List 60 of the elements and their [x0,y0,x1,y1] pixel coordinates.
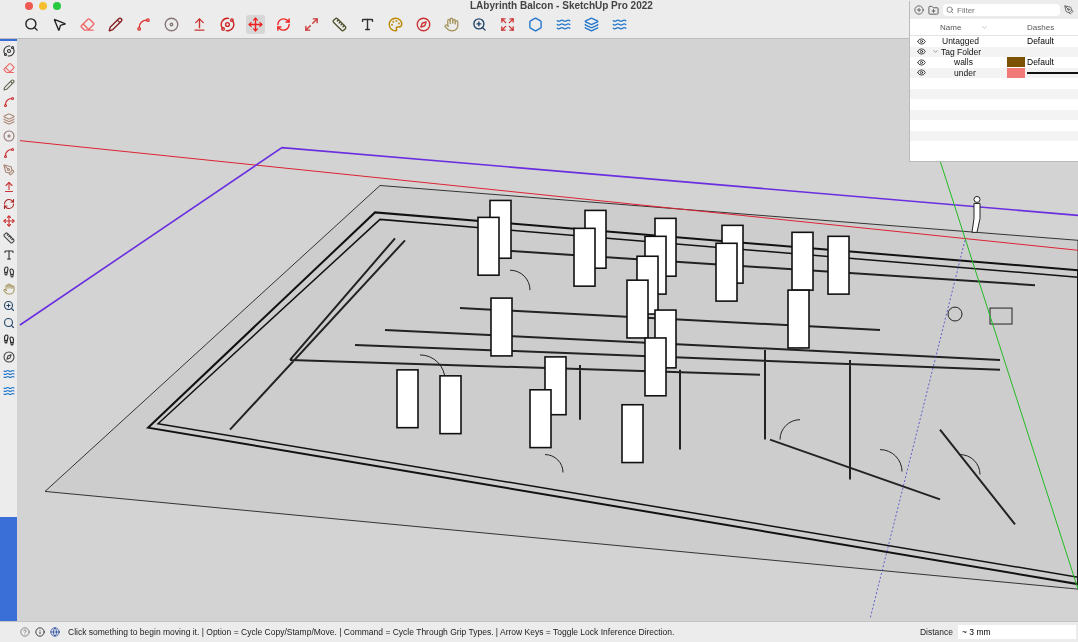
tag-color-swatch[interactable] [1007,57,1025,68]
hand-tool-button[interactable] [442,15,461,34]
zoom-extents-tool-button[interactable] [498,15,517,34]
arc-tool-button[interactable] [2,147,15,159]
eye-icon[interactable] [917,47,926,57]
wave-tool-button[interactable] [2,368,15,380]
tag-name: walls [954,57,973,68]
eye-icon[interactable] [917,36,926,46]
tag-name: under [954,67,976,78]
search-tool-button[interactable] [22,15,41,34]
disc-tool-button[interactable] [162,15,181,34]
info-icon[interactable] [35,627,45,637]
tag-name: Untagged [942,36,979,47]
dashes-value: Default [1027,57,1055,68]
hand-tool-button[interactable] [2,283,15,295]
filter-field[interactable]: Filter [943,4,1060,16]
eye-icon[interactable] [917,57,926,67]
push-pull-tool-button[interactable] [2,181,15,193]
freehand-tool-button[interactable] [2,96,15,108]
person-figure-icon [971,195,981,233]
close-button[interactable] [25,1,33,10]
arc-tool-button[interactable] [134,15,153,34]
zoom-tool-button[interactable] [470,15,489,34]
pencil-tool-button[interactable] [106,15,125,34]
tag-color-swatch[interactable] [1007,67,1025,78]
pen-icon[interactable] [1064,5,1074,15]
paint-bucket-tool-button[interactable] [386,15,405,34]
window-title: LAbyrinth Balcon - SketchUp Pro 2022 [470,0,653,11]
scale-tool-button[interactable] [302,15,321,34]
tag-name: Tag Folder [941,46,982,57]
ruler-tool-button[interactable] [2,232,15,244]
eraser-tool-button[interactable] [78,15,97,34]
rotate-tool-button[interactable] [274,15,293,34]
dashes-column-header[interactable]: Dashes [1027,22,1078,32]
footprints-tool-button[interactable] [2,334,15,346]
dashes-value: Default [1027,36,1055,47]
wave-tool-button[interactable] [2,385,15,397]
eye-icon[interactable] [917,68,926,78]
eraser-tool-button[interactable] [2,62,15,74]
name-column-header[interactable]: Name [932,22,1007,32]
search-icon [946,6,954,14]
component-tool-button[interactable] [526,15,545,34]
text-label-tool-button[interactable] [2,249,15,261]
tag-name[interactable]: walls [932,57,1007,68]
add-folder-icon[interactable] [928,4,939,16]
solid-dash-line [1027,72,1078,74]
move-tool-button[interactable] [246,15,265,34]
layers-tool-button[interactable] [582,15,601,34]
measurement-label: Distance [919,627,953,637]
tag-name[interactable]: Untagged [932,36,1007,47]
zoom-tool-button[interactable] [2,300,15,312]
measurement-field[interactable]: ~ 3 mm [958,625,1076,639]
follow-me-tool-button[interactable] [2,198,15,210]
globe-icon[interactable] [50,627,60,637]
search-tool-button[interactable] [2,317,15,329]
status-message: Click something to begin moving it. | Option = Cycle Copy/Stamp/Move. | Command = Cycle Through Grip Types. | Arrow Keys = Toggle Lock Inference Direction. [68,627,676,637]
pencil-tool-button[interactable] [2,79,15,91]
ruler-tool-button[interactable] [330,15,349,34]
add-tag-icon[interactable] [914,5,924,15]
circle-tool-button[interactable] [2,130,15,142]
